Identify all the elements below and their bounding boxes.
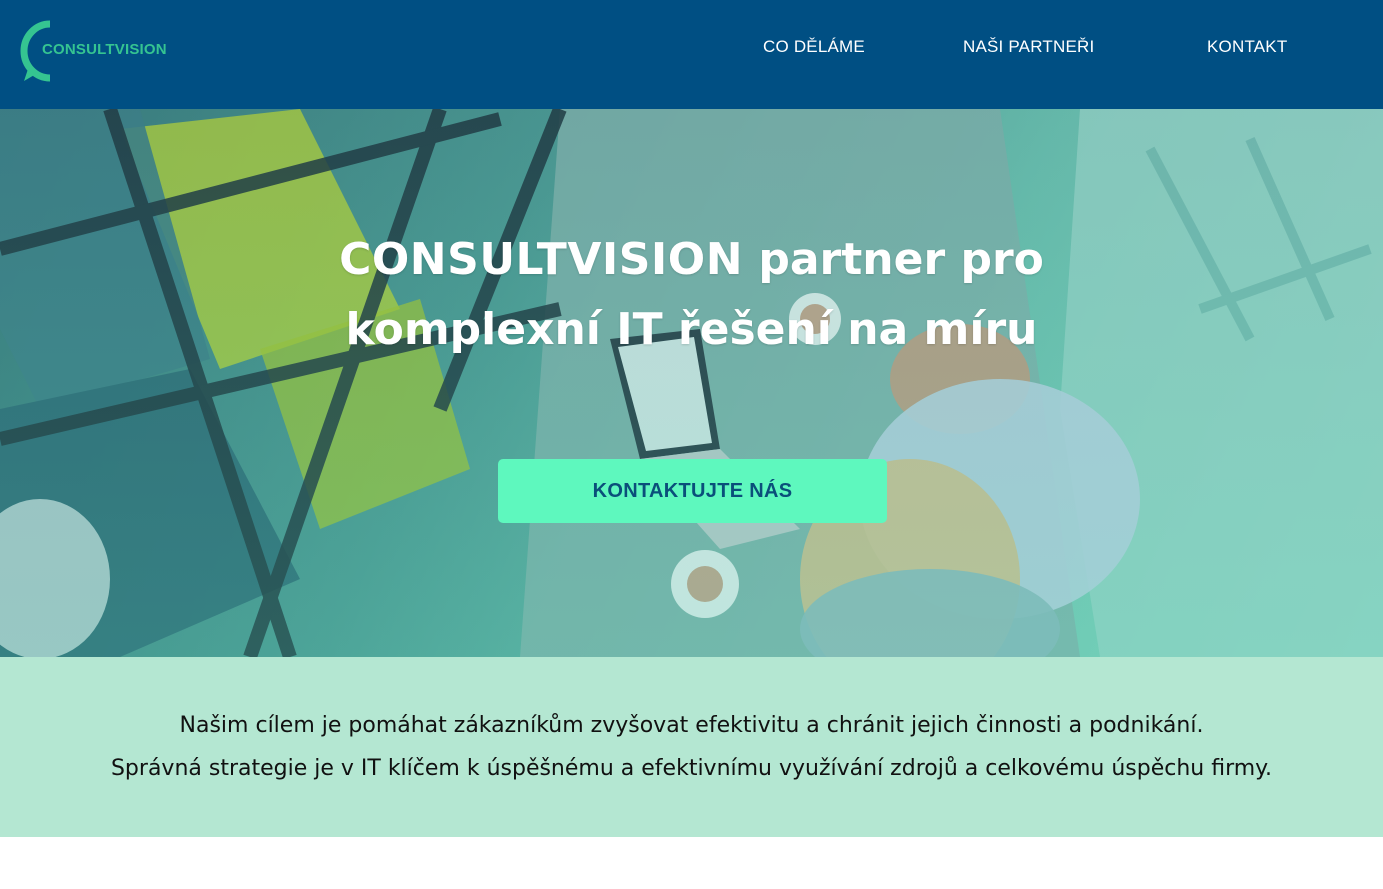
site-header: CONSULTVISION CO DĚLÁME NAŠI PARTNEŘI KO… — [0, 0, 1383, 109]
logo-wordmark: CONSULTVISION — [42, 41, 167, 58]
nav-co-delame[interactable]: CO DĚLÁME — [763, 37, 865, 61]
hero-title: CONSULTVISION partner pro komplexní IT ř… — [0, 225, 1383, 365]
hero-color-overlay — [0, 109, 1383, 657]
nav-kontakt[interactable]: KONTAKT — [1207, 37, 1287, 61]
hero-title-rest: partner pro — [758, 234, 1044, 285]
hero-title-brand: CONSULTVISION — [339, 234, 744, 285]
hero-title-line-2: komplexní IT řešení na míru — [345, 304, 1038, 355]
hero-section: CONSULTVISION partner pro komplexní IT ř… — [0, 109, 1383, 657]
mission-text-line-2: Správná strategie je v IT klíčem k úspěš… — [110, 756, 1273, 781]
hero-title-line-1: CONSULTVISION partner pro — [0, 225, 1383, 295]
mission-text-line-1: Našim cílem je pomáhat zákazníkům zvyšov… — [179, 713, 1204, 738]
nav-nasi-partneri[interactable]: NAŠI PARTNEŘI — [963, 37, 1094, 61]
contact-us-button[interactable]: KONTAKTUJTE NÁS — [498, 459, 887, 523]
mission-section: Našim cílem je pomáhat zákazníkům zvyšov… — [0, 657, 1383, 837]
consultvision-logo[interactable]: CONSULTVISION — [20, 19, 180, 83]
